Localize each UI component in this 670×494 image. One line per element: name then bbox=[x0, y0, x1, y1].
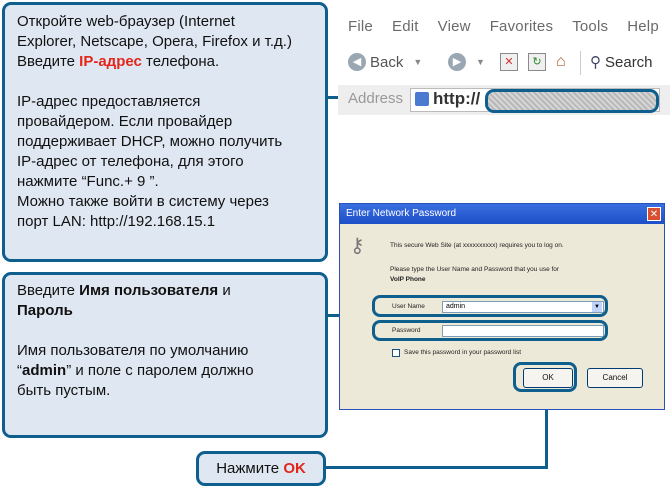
search-icon: ⚲ bbox=[590, 54, 601, 71]
menu-tools[interactable]: Tools bbox=[572, 18, 608, 35]
save-password-checkbox[interactable] bbox=[392, 349, 400, 357]
search-button[interactable]: ⚲ Search bbox=[590, 53, 653, 72]
address-label: Address bbox=[348, 90, 404, 107]
cancel-button[interactable]: Cancel bbox=[587, 368, 643, 388]
callout-press-ok: Нажмите OK bbox=[196, 451, 326, 486]
menu-view[interactable]: View bbox=[438, 18, 471, 35]
dialog-title: Enter Network Password bbox=[340, 204, 664, 224]
callout-text: Можно также войти в систему через bbox=[17, 193, 269, 210]
credentials-highlight bbox=[372, 295, 608, 317]
home-icon: ⌂ bbox=[556, 53, 566, 70]
credentials-highlight bbox=[372, 320, 608, 341]
menu-bar: File Edit View Favorites Tools Help bbox=[348, 18, 670, 35]
callout-text: и bbox=[218, 282, 231, 299]
callout-text: порт LAN: http://192.168.15.1 bbox=[17, 213, 216, 230]
callout-text: Explorer, Netscape, Opera, Firefox и т.д… bbox=[17, 33, 292, 50]
callout-open-browser: Откройте web-браузер (Internet Explorer,… bbox=[2, 2, 328, 262]
callout-text: быть пустым. bbox=[17, 382, 111, 399]
callout-text: Откройте web-браузер (Internet bbox=[17, 13, 235, 30]
menu-favorites[interactable]: Favorites bbox=[490, 18, 554, 35]
toolbar: ◀ Back ▼ ▶ ▼ ✕ ↻ ⌂ ⚲ Search bbox=[342, 49, 670, 81]
close-icon[interactable]: ✕ bbox=[647, 207, 661, 221]
search-label: Search bbox=[605, 53, 653, 71]
callout-text: провайдером. Если провайдер bbox=[17, 113, 233, 130]
stop-icon: ✕ bbox=[500, 53, 518, 71]
callout-text: Нажмите bbox=[216, 460, 284, 477]
callout-text: Введите bbox=[17, 282, 80, 299]
callout-text: IP-адрес от телефона, для этого bbox=[17, 153, 244, 170]
callout-credentials: Введите Имя пользователя и Пароль Имя по… bbox=[2, 272, 328, 438]
address-value: http:// bbox=[433, 89, 481, 108]
back-label: Back bbox=[370, 53, 404, 71]
forward-arrow-icon: ▶ bbox=[448, 53, 466, 71]
toolbar-separator bbox=[580, 51, 581, 75]
dropdown-arrow-icon: ▼ bbox=[476, 57, 485, 67]
back-arrow-icon: ◀ bbox=[348, 53, 366, 71]
menu-edit[interactable]: Edit bbox=[392, 18, 419, 35]
home-button[interactable]: ⌂ bbox=[556, 53, 566, 71]
refresh-icon: ↻ bbox=[528, 53, 546, 71]
callout-text: ” и поле с паролем должно bbox=[66, 362, 254, 379]
callout-text: IP-адрес предоставляется bbox=[17, 93, 201, 110]
connector-line bbox=[326, 466, 548, 469]
dropdown-arrow-icon: ▼ bbox=[413, 57, 423, 67]
save-password-label: Save this password in your password list bbox=[404, 349, 522, 356]
callout-bold: Пароль bbox=[17, 302, 73, 319]
dialog-message: Please type the User Name and Password t… bbox=[390, 266, 560, 273]
dialog-realm: VoIP Phone bbox=[390, 276, 426, 283]
forward-button[interactable]: ▶ ▼ bbox=[448, 53, 485, 71]
callout-text: Имя пользователя по умолчанию bbox=[17, 342, 249, 359]
callout-bold: Имя пользователя bbox=[79, 282, 219, 299]
keys-icon: ⚷ bbox=[350, 235, 365, 257]
callout-text: поддерживает DHCP, можно получить bbox=[17, 133, 283, 150]
refresh-button[interactable]: ↻ bbox=[528, 53, 546, 71]
page-icon bbox=[415, 92, 429, 106]
callout-highlight: IP-адрес bbox=[79, 53, 142, 70]
menu-file[interactable]: File bbox=[348, 18, 373, 35]
dialog-message: This secure Web Site (at xxxxxxxxxx) req… bbox=[390, 242, 564, 249]
menu-help[interactable]: Help bbox=[627, 18, 659, 35]
back-button[interactable]: ◀ Back ▼ bbox=[348, 53, 422, 71]
callout-text: нажмите “Func.+ 9 ”. bbox=[17, 173, 159, 190]
ip-address-highlight bbox=[485, 89, 659, 113]
ok-button-highlight bbox=[513, 362, 577, 392]
callout-text: Введите bbox=[17, 53, 80, 70]
callout-text: телефона. bbox=[141, 53, 220, 70]
callout-bold: admin bbox=[22, 362, 67, 379]
callout-highlight: OK bbox=[283, 460, 306, 477]
browser-snippet: File Edit View Favorites Tools Help ◀ Back ▼ ▶ ▼… bbox=[338, 5, 670, 117]
stop-button[interactable]: ✕ bbox=[500, 53, 518, 71]
